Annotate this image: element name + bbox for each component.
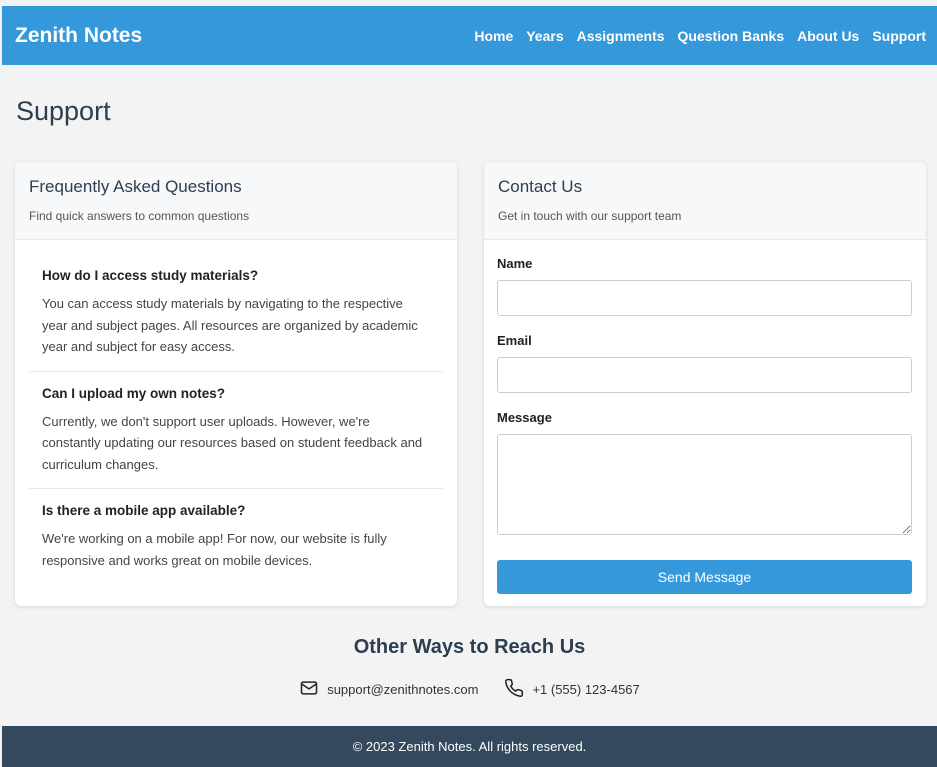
contact-title: Contact Us <box>498 177 583 196</box>
support-email[interactable]: support@zenithnotes.com <box>327 682 478 697</box>
faq-item: Can I upload my own notes? Currently, we… <box>29 372 443 489</box>
send-message-button[interactable]: Send Message <box>497 560 912 594</box>
nav-support[interactable]: Support <box>872 28 926 44</box>
faq-title: Frequently Asked Questions <box>29 177 242 196</box>
nav-assignments[interactable]: Assignments <box>577 28 665 44</box>
other-ways-title: Other Ways to Reach Us <box>353 636 586 658</box>
faq-answer: You can access study materials by naviga… <box>42 296 418 354</box>
nav-years[interactable]: Years <box>526 28 563 44</box>
top-navbar: Zenith Notes Home Years Assignments Ques… <box>2 6 937 65</box>
faq-list: How do I access study materials? You can… <box>15 240 457 584</box>
faq-subtitle: Find quick answers to common questions <box>29 209 250 223</box>
contact-card-header: Contact Us Get in touch with our support… <box>484 162 926 240</box>
other-contact-row: support@zenithnotes.com +1 (555) 123-456… <box>2 678 937 701</box>
site-footer: © 2023 Zenith Notes. All rights reserved… <box>2 726 937 767</box>
support-phone[interactable]: +1 (555) 123-4567 <box>532 682 639 697</box>
mail-icon <box>299 678 319 701</box>
nav-question-banks[interactable]: Question Banks <box>678 28 785 44</box>
faq-question: Is there a mobile app available? <box>42 503 246 518</box>
contact-subtitle: Get in touch with our support team <box>498 209 682 223</box>
email-label: Email <box>497 333 532 348</box>
name-field[interactable] <box>497 280 912 316</box>
faq-answer: Currently, we don't support user uploads… <box>42 413 423 472</box>
faq-item: Is there a mobile app available? We're w… <box>29 489 443 584</box>
contact-form: Name Email Message Send Message <box>484 240 926 594</box>
nav-home[interactable]: Home <box>474 28 513 44</box>
faq-card-header: Frequently Asked Questions Find quick an… <box>15 162 457 240</box>
faq-answer: We're working on a mobile app! For now, … <box>42 531 387 568</box>
main-nav: Home Years Assignments Question Banks Ab… <box>474 28 926 44</box>
email-field[interactable] <box>497 357 912 393</box>
message-field[interactable] <box>497 434 912 535</box>
page-title: Support <box>16 96 111 126</box>
page-frame: Zenith Notes Home Years Assignments Ques… <box>2 6 937 767</box>
brand-logo[interactable]: Zenith Notes <box>15 24 142 48</box>
phone-icon <box>504 678 524 701</box>
faq-question: How do I access study materials? <box>42 268 259 283</box>
phone-contact[interactable]: +1 (555) 123-4567 <box>504 678 640 701</box>
nav-about-us[interactable]: About Us <box>797 28 859 44</box>
email-contact[interactable]: support@zenithnotes.com <box>299 678 478 701</box>
faq-question: Can I upload my own notes? <box>42 385 226 401</box>
message-label: Message <box>497 410 552 425</box>
faq-card: Frequently Asked Questions Find quick an… <box>15 162 457 606</box>
contact-card: Contact Us Get in touch with our support… <box>484 162 926 606</box>
footer-copyright: © 2023 Zenith Notes. All rights reserved… <box>352 739 587 754</box>
faq-item: How do I access study materials? You can… <box>29 254 443 372</box>
name-label: Name <box>497 256 533 271</box>
